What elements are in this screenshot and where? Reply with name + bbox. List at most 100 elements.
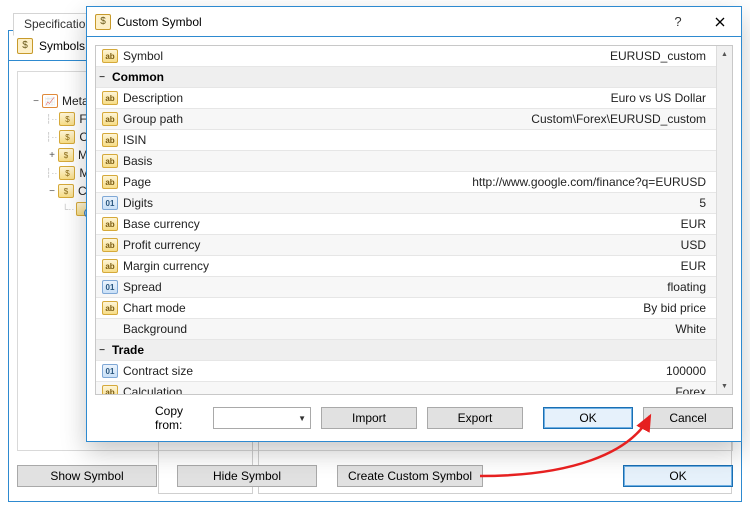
property-value[interactable]: Custom\Forex\EURUSD_custom (296, 112, 716, 126)
symbols-ok-button[interactable]: OK (623, 465, 733, 487)
property-value[interactable]: USD (296, 238, 716, 252)
tree-connector: ┆·· (46, 132, 59, 143)
property-name: Basis (123, 154, 152, 168)
property-value[interactable]: Forex (296, 385, 716, 394)
property-name: Spread (123, 280, 162, 294)
tree-connector: └·· (62, 204, 76, 214)
dialog-button-bar: Copy from: ▼ Import Export OK Cancel (95, 405, 733, 431)
property-name: Profit currency (123, 238, 200, 252)
property-value[interactable]: http://www.google.com/finance?q=EURUSD (296, 175, 716, 189)
property-value[interactable]: EURUSD_custom (296, 49, 716, 63)
minus-icon[interactable]: − (30, 96, 42, 107)
close-icon (715, 17, 725, 27)
scroll-down-icon[interactable]: ▼ (717, 378, 732, 394)
grid-scrollbar[interactable]: ▲ ▼ (716, 46, 732, 394)
property-name: Contract size (123, 364, 193, 378)
field-type-icon: ab (102, 385, 118, 394)
cancel-button[interactable]: Cancel (643, 407, 733, 429)
property-row[interactable]: ab Basis (96, 151, 716, 172)
property-value[interactable]: EUR (296, 259, 716, 273)
property-row[interactable]: ab Chart mode By bid price (96, 298, 716, 319)
property-name: ISIN (123, 133, 146, 147)
property-name: Chart mode (123, 301, 186, 315)
property-name: Base currency (123, 217, 200, 231)
property-value[interactable]: White (296, 322, 716, 336)
property-name: Calculation (123, 385, 182, 394)
property-value[interactable]: floating (296, 280, 716, 294)
folder-icon: $ (59, 166, 75, 180)
property-name: Background (123, 322, 187, 336)
symbols-button-bar: Show Symbol Hide Symbol Create Custom Sy… (17, 461, 733, 491)
property-value[interactable]: 100000 (296, 364, 716, 378)
folder-icon: $ (58, 148, 74, 162)
property-value[interactable]: EUR (296, 217, 716, 231)
dialog-ok-button[interactable]: OK (543, 407, 633, 429)
property-name: Group path (123, 112, 183, 126)
export-button[interactable]: Export (427, 407, 523, 429)
field-type-icon: 01 (102, 280, 118, 294)
section-label: Trade (108, 343, 144, 357)
property-value[interactable]: 5 (296, 196, 716, 210)
field-type-icon: ab (102, 301, 118, 315)
property-row[interactable]: 01 Contract size 100000 (96, 361, 716, 382)
field-type-icon: ab (102, 175, 118, 189)
tree-connector: ┆·· (46, 168, 59, 179)
scroll-up-icon[interactable]: ▲ (717, 46, 732, 62)
plus-icon[interactable]: + (46, 150, 58, 161)
field-type-icon: ab (102, 133, 118, 147)
minus-icon[interactable]: − (46, 186, 58, 197)
property-row[interactable]: ab Margin currency EUR (96, 256, 716, 277)
property-row[interactable]: ab Base currency EUR (96, 214, 716, 235)
field-type-icon: 01 (102, 364, 118, 378)
help-button[interactable]: ? (657, 7, 699, 36)
copy-from-combo[interactable]: ▼ (213, 407, 311, 429)
property-row[interactable]: ab Symbol EURUSD_custom (96, 46, 716, 67)
hide-symbol-button[interactable]: Hide Symbol (177, 465, 317, 487)
field-type-icon: ab (102, 91, 118, 105)
dialog-titlebar: $ Custom Symbol ? (87, 7, 741, 37)
field-type-icon: ab (102, 259, 118, 273)
minus-icon[interactable]: − (96, 72, 108, 83)
field-type-icon: ab (102, 49, 118, 63)
folder-icon: $ (58, 184, 74, 198)
chevron-down-icon: ▼ (298, 414, 306, 423)
field-type-icon: ab (102, 217, 118, 231)
property-name: Symbol (123, 49, 163, 63)
field-type-icon: 01 (102, 196, 118, 210)
property-row[interactable]: 01 Spread floating (96, 277, 716, 298)
copy-from-label: Copy from: (95, 404, 203, 432)
property-grid[interactable]: abSymbolEURUSD_custom−CommonabDescriptio… (95, 45, 733, 395)
folder-icon: $ (59, 130, 75, 144)
section-trade[interactable]: −Trade (96, 340, 716, 361)
close-button[interactable] (699, 7, 741, 36)
custom-symbol-dialog: $ Custom Symbol ? ab Symbol EURUSD_custom −… (86, 6, 742, 442)
property-row[interactable]: ab Description Euro vs US Dollar (96, 88, 716, 109)
property-row[interactable]: ab Profit currency USD (96, 235, 716, 256)
dialog-app-icon: $ (95, 14, 111, 30)
create-custom-symbol-button[interactable]: Create Custom Symbol (337, 465, 483, 487)
property-row[interactable]: ab Group path Custom\Forex\EURUSD_custom (96, 109, 716, 130)
property-row[interactable]: ab Page http://www.google.com/finance?q=EU… (96, 172, 716, 193)
field-type-icon: ab (102, 154, 118, 168)
property-value[interactable]: Euro vs US Dollar (296, 91, 716, 105)
field-type-icon: ab (102, 238, 118, 252)
property-row[interactable]: ab ISIN (96, 130, 716, 151)
property-name: Margin currency (123, 259, 209, 273)
property-row[interactable]: Background White (96, 319, 716, 340)
field-type-icon: ab (102, 112, 118, 126)
section-label: Common (108, 70, 164, 84)
property-name: Description (123, 91, 183, 105)
dialog-title: Custom Symbol (117, 15, 202, 29)
show-symbol-button[interactable]: Show Symbol (17, 465, 157, 487)
tree-connector: ┆·· (46, 114, 59, 125)
import-button[interactable]: Import (321, 407, 417, 429)
property-name: Digits (123, 196, 153, 210)
property-name: Page (123, 175, 151, 189)
folder-icon: $ (59, 112, 75, 126)
property-value[interactable]: By bid price (296, 301, 716, 315)
section-common[interactable]: −Common (96, 67, 716, 88)
chart-icon: 📈 (42, 94, 58, 108)
property-row[interactable]: ab Calculation Forex (96, 382, 716, 394)
property-row[interactable]: 01 Digits 5 (96, 193, 716, 214)
minus-icon[interactable]: − (96, 345, 108, 356)
